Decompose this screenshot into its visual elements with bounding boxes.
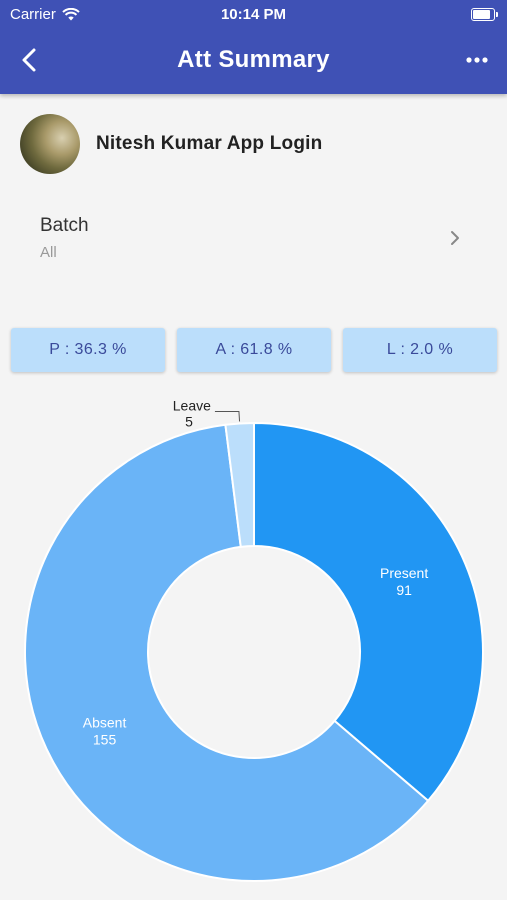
batch-value: All bbox=[40, 244, 57, 261]
present-percent-chip: P : 36.3 % bbox=[11, 328, 165, 372]
donut-slice-present bbox=[253, 421, 484, 803]
svg-text:91: 91 bbox=[396, 582, 412, 598]
status-time: 10:14 PM bbox=[220, 6, 287, 23]
svg-text:Absent: Absent bbox=[83, 714, 127, 730]
batch-label: Batch bbox=[40, 215, 89, 236]
batch-selector[interactable]: Batch All bbox=[0, 204, 507, 270]
profile-header: Nitesh Kumar App Login bbox=[20, 113, 322, 175]
header-area: Carrier 10:14 PM Att Summary bbox=[0, 0, 507, 94]
svg-text:5: 5 bbox=[185, 413, 193, 429]
more-options-button[interactable] bbox=[463, 46, 491, 74]
more-horizontal-icon bbox=[466, 57, 488, 63]
app-bar: Att Summary bbox=[0, 30, 507, 94]
battery-icon bbox=[471, 8, 498, 21]
page-title: Att Summary bbox=[177, 46, 330, 73]
chevron-right-icon bbox=[451, 231, 459, 245]
svg-text:Leave: Leave bbox=[173, 397, 211, 413]
status-bar: Carrier 10:14 PM bbox=[0, 0, 507, 30]
absent-percent-chip: A : 61.8 % bbox=[177, 328, 331, 372]
svg-text:Present: Present bbox=[380, 565, 428, 581]
avatar bbox=[20, 114, 80, 174]
svg-text:155: 155 bbox=[93, 731, 117, 747]
profile-name: Nitesh Kumar App Login bbox=[96, 133, 323, 154]
att-summary-screen: Carrier 10:14 PM Att Summary Nitesh Kuma… bbox=[0, 0, 507, 900]
leave-percent-chip: L : 2.0 % bbox=[343, 328, 497, 372]
attendance-donut-chart: Present91 Absent155 Leave5 bbox=[24, 397, 484, 882]
